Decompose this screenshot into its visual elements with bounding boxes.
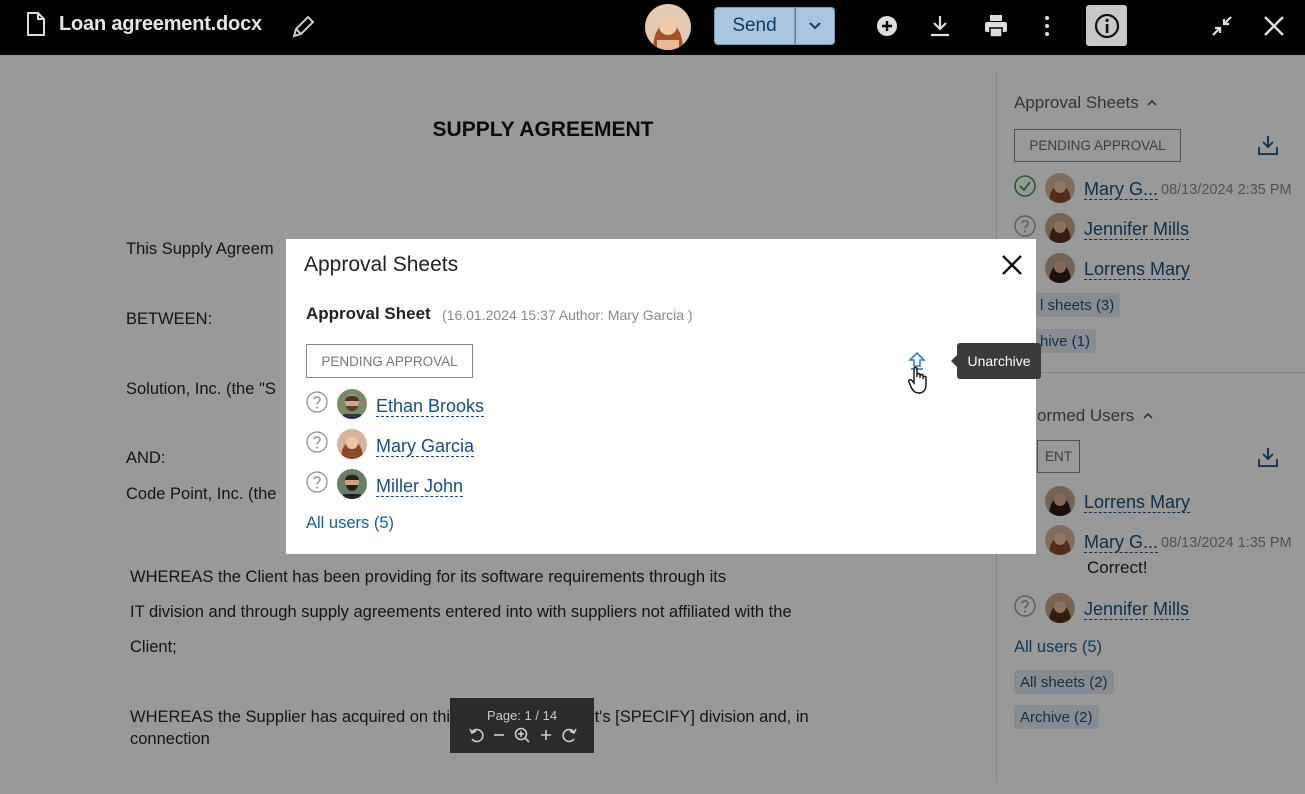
chevron-down-icon xyxy=(809,22,821,30)
hand-cursor-icon xyxy=(908,366,927,394)
top-bar: Loan agreement.docx Send xyxy=(0,0,1305,55)
download-icon[interactable] xyxy=(927,13,953,39)
sheet-meta: (16.01.2024 15:37 Author: Mary Garcia ) xyxy=(442,307,693,323)
pencil-icon[interactable] xyxy=(289,13,317,41)
zoom-in-icon[interactable] xyxy=(537,726,555,744)
page-navigator: Page: 1 / 14 xyxy=(450,698,594,753)
avatar xyxy=(337,469,367,499)
all-users-link[interactable]: All users (5) xyxy=(306,514,394,533)
file-icon xyxy=(27,12,45,36)
file-title: Loan agreement.docx xyxy=(59,13,262,35)
approval-sheets-dialog: Approval Sheets Approval Sheet (16.01.20… xyxy=(286,239,1036,554)
info-button[interactable] xyxy=(1086,5,1127,46)
dialog-title: Approval Sheets xyxy=(304,253,459,276)
send-button[interactable]: Send xyxy=(714,7,795,45)
question-icon xyxy=(306,391,328,413)
question-icon xyxy=(306,471,328,493)
minimize-icon[interactable] xyxy=(1209,13,1235,39)
page-indicator: Page: 1 / 14 xyxy=(486,708,558,723)
rotate-left-icon[interactable] xyxy=(468,726,486,744)
more-icon[interactable] xyxy=(1034,13,1060,39)
print-icon[interactable] xyxy=(983,13,1009,39)
sheet-status-badge: PENDING APPROVAL xyxy=(306,344,473,378)
info-icon xyxy=(1094,13,1119,38)
zoom-out-icon[interactable] xyxy=(490,726,508,744)
question-icon xyxy=(306,431,328,453)
close-icon[interactable] xyxy=(1261,13,1287,39)
add-icon[interactable] xyxy=(874,13,900,39)
sheet-title: Approval Sheet xyxy=(306,304,431,323)
rotate-right-icon[interactable] xyxy=(560,726,578,744)
approver-link[interactable]: Mary Garcia xyxy=(376,436,475,457)
user-avatar[interactable] xyxy=(645,4,691,50)
avatar xyxy=(337,389,367,419)
dialog-close-icon[interactable] xyxy=(1000,253,1024,277)
zoom-icon[interactable] xyxy=(513,726,531,744)
approver-link[interactable]: Miller John xyxy=(376,476,464,497)
send-dropdown-button[interactable] xyxy=(795,7,835,45)
avatar xyxy=(337,429,367,459)
approver-link[interactable]: Ethan Brooks xyxy=(376,396,485,417)
unarchive-tooltip: Unarchive xyxy=(951,343,1041,379)
